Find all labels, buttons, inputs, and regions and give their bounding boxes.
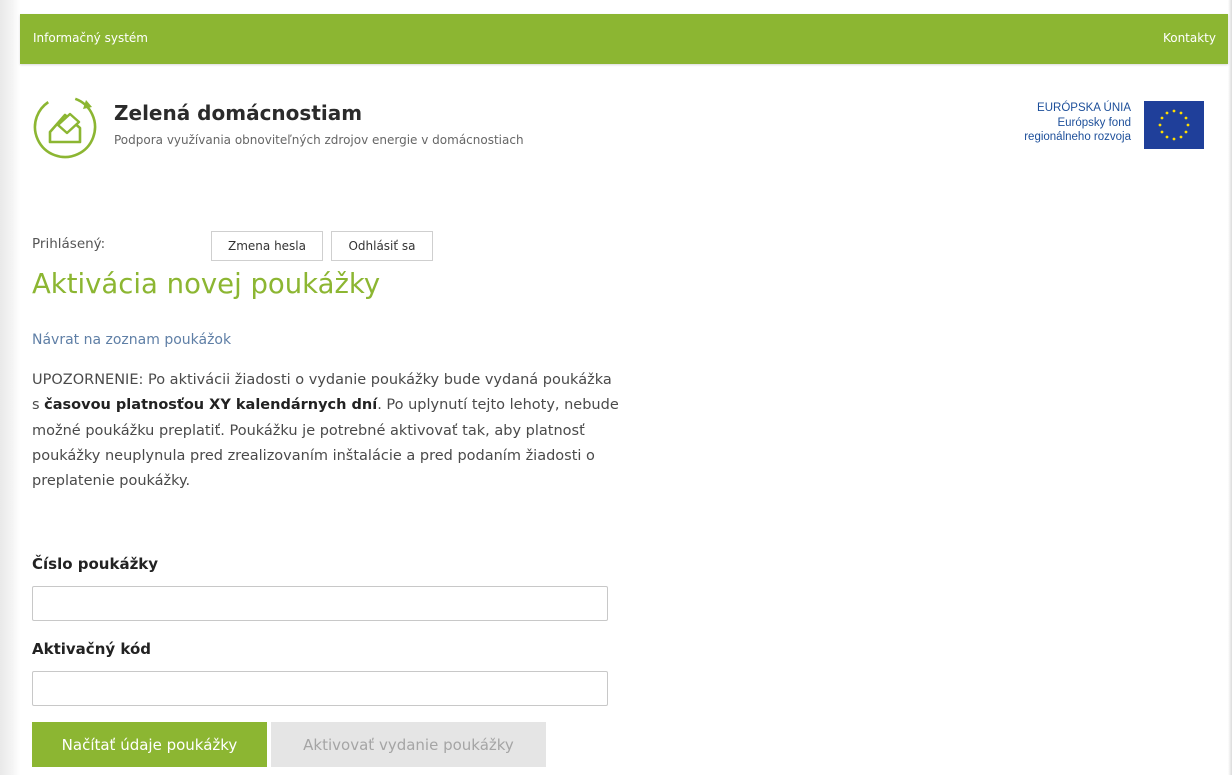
house-leaf-logo-icon[interactable] xyxy=(32,92,100,160)
activation-warning: UPOZORNENIE: Po aktivácii žiadosti o vyd… xyxy=(32,368,622,494)
change-password-button[interactable]: Zmena hesla xyxy=(211,231,323,261)
window-frame-left xyxy=(0,0,20,775)
back-to-vouchers-link[interactable]: Návrat na zoznam poukážok xyxy=(32,332,231,348)
eu-label: EURÓPSKA ÚNIA Európsky fond regionálneho… xyxy=(1024,101,1131,145)
voucher-number-input[interactable] xyxy=(32,586,608,621)
brand-title: Zelená domácnostiam xyxy=(114,101,363,125)
voucher-number-label: Číslo poukážky xyxy=(32,555,159,573)
logout-button[interactable]: Odhlásiť sa xyxy=(331,231,433,261)
activation-code-input[interactable] xyxy=(32,671,608,706)
load-voucher-button[interactable]: Načítať údaje poukážky xyxy=(32,722,267,767)
warning-validity-highlight: časovou platnosťou XY kalendárnych dní xyxy=(44,397,378,414)
activate-voucher-button[interactable]: Aktivovať vydanie poukážky xyxy=(271,722,546,767)
eu-label-line: Európsky fond xyxy=(1057,116,1131,129)
contacts-link[interactable]: Kontakty xyxy=(1163,31,1216,45)
brand-subtitle: Podpora využívania obnoviteľných zdrojov… xyxy=(114,133,524,147)
window-frame-right xyxy=(1228,0,1232,775)
eu-flag-icon xyxy=(1144,101,1204,149)
logged-in-label: Prihlásený: xyxy=(32,236,106,252)
eu-label-line: EURÓPSKA ÚNIA xyxy=(1037,102,1131,114)
page-title: Aktivácia novej poukážky xyxy=(32,268,381,300)
information-system-link[interactable]: Informačný systém xyxy=(33,31,148,45)
top-navigation-bar: Informačný systém Kontakty xyxy=(20,14,1228,64)
activation-code-label: Aktivačný kód xyxy=(32,640,151,658)
page: Informačný systém Kontakty Zelená domácn… xyxy=(20,0,1228,775)
eu-label-line: regionálneho rozvoja xyxy=(1024,131,1131,143)
